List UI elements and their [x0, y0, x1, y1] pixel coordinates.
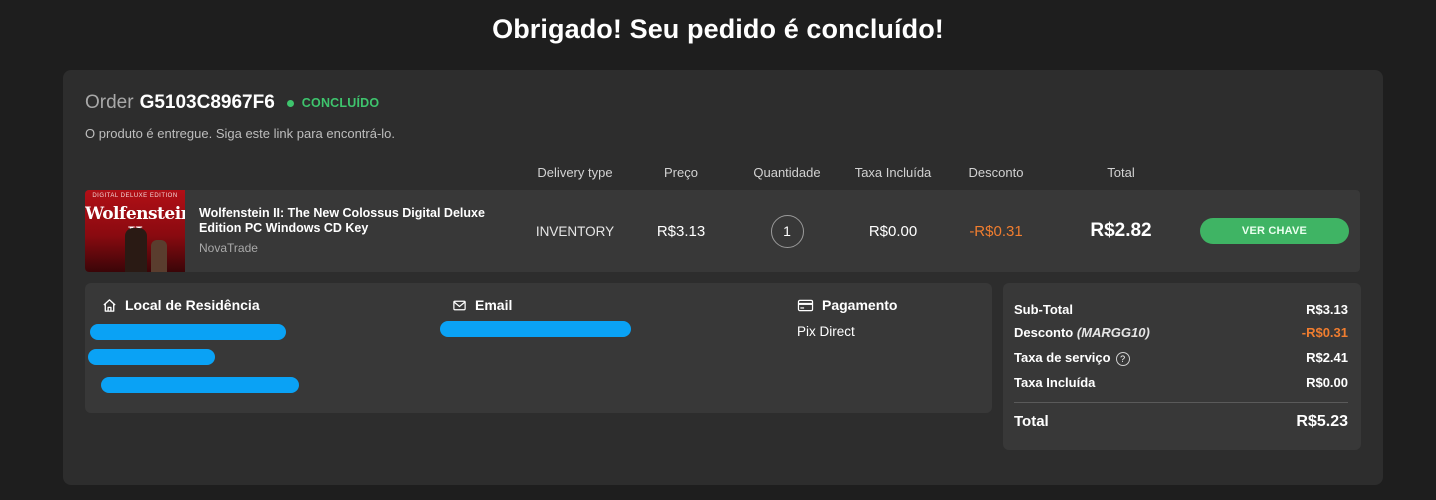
total-value: R$2.82	[1090, 220, 1152, 241]
col-total: Total	[1107, 165, 1135, 180]
summary-discount-label: Desconto	[1014, 325, 1074, 340]
residence-label: Local de Residência	[125, 297, 260, 313]
payment-label: Pagamento	[822, 297, 898, 313]
product-name[interactable]: Wolfenstein II: The New Colossus Digital…	[199, 206, 499, 236]
email-heading: Email	[452, 297, 512, 313]
residence-section: Local de Residência	[102, 297, 260, 313]
summary-service-row: Taxa de serviço? R$2.41	[1014, 350, 1348, 366]
delivered-note[interactable]: O produto é entregue. Siga este link par…	[85, 126, 395, 141]
order-header: Order G5103C8967F6 CONCLUÍDO	[85, 92, 379, 114]
thumbnail-figure-secondary	[151, 240, 167, 272]
service-fee-value: R$2.41	[1306, 350, 1348, 365]
redacted-email	[440, 321, 631, 337]
redacted-address-line-1	[90, 324, 286, 340]
order-card: Order G5103C8967F6 CONCLUÍDO O produto é…	[63, 70, 1383, 485]
product-thumbnail[interactable]: DIGITAL DELUXE EDITION Wolfenstein II	[85, 190, 185, 272]
col-delivery-type: Delivery type	[537, 165, 613, 180]
col-discount: Desconto	[968, 165, 1024, 180]
col-quantity: Quantidade	[753, 165, 821, 180]
order-id: G5103C8967F6	[139, 92, 275, 113]
tax-value: R$0.00	[868, 222, 918, 240]
tax-cell: R$0.00	[843, 190, 943, 272]
summary-discount-value: -R$0.31	[1301, 325, 1348, 340]
summary-tax-value: R$0.00	[1306, 375, 1348, 390]
discount-code: (MARGG10)	[1076, 325, 1150, 340]
summary-discount-row: Desconto (MARGG10) -R$0.31	[1014, 325, 1348, 340]
col-price: Preço	[664, 165, 698, 180]
residence-heading: Local de Residência	[102, 297, 260, 313]
summary-tax-row: Taxa Incluída R$0.00	[1014, 375, 1348, 390]
email-section: Email	[452, 297, 512, 313]
thumbnail-edition: DIGITAL DELUXE EDITION	[92, 193, 178, 199]
payment-section: Pagamento Pix Direct	[797, 297, 897, 339]
summary-total-label: Total	[1014, 413, 1049, 430]
redacted-address-line-3	[101, 377, 299, 393]
product-seller: NovaTrade	[199, 241, 258, 255]
customer-info-box: Local de Residência Email Pagamento Pix …	[85, 283, 992, 413]
discount-value: -R$0.31	[969, 222, 1023, 240]
order-summary: Sub-Total R$3.13 Desconto (MARGG10) -R$0…	[1003, 283, 1361, 450]
payment-heading: Pagamento	[797, 297, 897, 313]
quantity-cell: 1	[737, 190, 837, 272]
status-dot-icon	[286, 99, 294, 107]
col-tax: Taxa Incluída	[854, 165, 932, 180]
summary-subtotal-row: Sub-Total R$3.13	[1014, 302, 1348, 317]
credit-card-icon	[797, 299, 814, 311]
page-title: Obrigado! Seu pedido é concluído!	[492, 14, 944, 44]
discount-cell: -R$0.31	[946, 190, 1046, 272]
subtotal-value: R$3.13	[1306, 302, 1348, 317]
thumbnail-figure	[125, 228, 147, 272]
subtotal-label: Sub-Total	[1014, 302, 1073, 317]
question-circle-icon[interactable]: ?	[1115, 351, 1130, 366]
order-prefix: Order	[85, 92, 134, 113]
status-badge: CONCLUÍDO	[301, 96, 380, 110]
home-icon	[103, 298, 116, 312]
ver-chave-button[interactable]: VER CHAVE	[1200, 218, 1349, 244]
redacted-address-line-2	[88, 349, 215, 365]
quantity-badge: 1	[770, 214, 804, 248]
payment-method: Pix Direct	[797, 324, 855, 339]
price-cell: R$3.13	[631, 190, 731, 272]
product-row: DIGITAL DELUXE EDITION Wolfenstein II Wo…	[85, 190, 1360, 272]
delivery-type-value: INVENTORY	[535, 223, 615, 239]
service-label-group: Taxa de serviço?	[1014, 350, 1130, 366]
price-value: R$3.13	[656, 222, 706, 240]
summary-divider	[1014, 402, 1348, 403]
summary-total-value: R$5.23	[1296, 413, 1348, 430]
summary-tax-label: Taxa Incluída	[1014, 375, 1096, 390]
total-cell: R$2.82	[1071, 190, 1171, 272]
discount-label-group: Desconto (MARGG10)	[1014, 325, 1150, 340]
delivery-type-cell: INVENTORY	[525, 190, 625, 272]
envelope-icon	[453, 300, 466, 310]
service-fee-label: Taxa de serviço	[1014, 350, 1111, 365]
email-label: Email	[475, 297, 513, 313]
summary-total-row: Total R$5.23	[1014, 413, 1348, 431]
